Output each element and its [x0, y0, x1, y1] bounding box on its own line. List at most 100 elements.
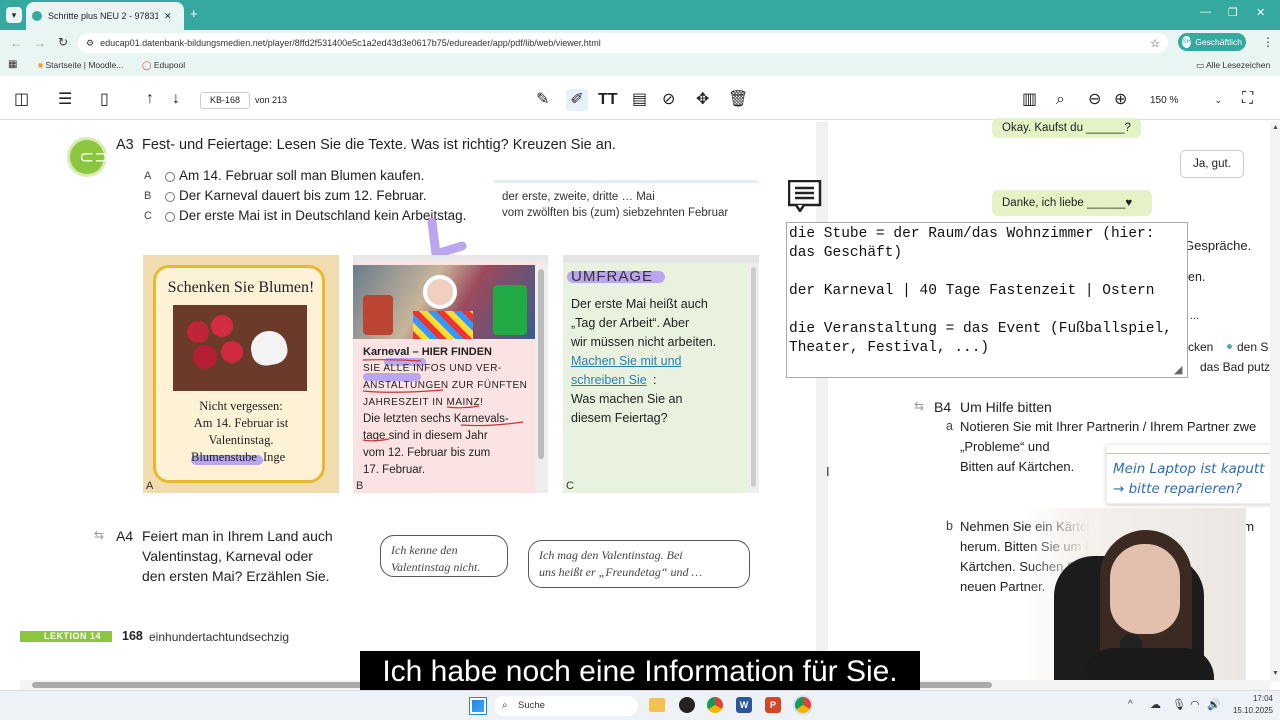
exercise-a4-number: A4 [116, 528, 134, 544]
sidebar-toggle-icon[interactable]: ◫ [14, 92, 29, 108]
url-field[interactable]: ⚙ educap01.datenbank-bildungsmedien.net/… [78, 33, 1168, 53]
clock-date[interactable]: 15.10.2025 [1227, 706, 1273, 715]
fullscreen-icon[interactable]: ⛶ [1242, 91, 1253, 107]
card-c-text: diesem Feiertag? [571, 411, 668, 425]
radio-c[interactable] [165, 212, 175, 222]
new-tab-icon[interactable]: + [190, 6, 198, 21]
url-text: educap01.datenbank-bildungsmedien.net/pl… [100, 38, 601, 48]
bookmark-edupool[interactable]: ◯ Edupool [142, 60, 185, 71]
resize-handle-icon[interactable]: ◢ [1174, 363, 1182, 376]
card-c-text: Der erste Mai heißt auch [571, 297, 708, 311]
windows-start-icon[interactable] [470, 698, 486, 714]
highlighter-icon[interactable]: ✐ [566, 89, 588, 111]
annotation-comment-icon[interactable] [788, 180, 822, 212]
exercise-a4-text: den ersten Mai? Erzählen Sie. [142, 568, 330, 584]
word-icon[interactable]: W [736, 697, 752, 713]
window-close-icon[interactable]: ✕ [1256, 6, 1265, 19]
viewer-toolbar: ◫ ☰ ▯ ↑ ↓ KB-168 von 213 ✎ ✐ TT ▤ ⊘ ✥ 🗑 … [0, 80, 1280, 120]
page-number: 168 [122, 629, 143, 643]
previous-page-icon[interactable]: ↑ [146, 91, 154, 107]
taskbar-search[interactable]: ⌕ Suche [494, 696, 638, 716]
forward-icon[interactable]: → [34, 36, 46, 50]
page-total: von 213 [255, 95, 288, 105]
cloud-icon[interactable]: ☁ [1150, 698, 1161, 711]
reload-icon[interactable]: ↻ [58, 35, 68, 49]
browser-tab-bar: ▾ Schritte plus NEU 2 - 97831962 ✕ + — ❐… [0, 0, 1280, 30]
card-c-scrollbar[interactable] [748, 263, 759, 493]
page-number-word: einhundertachtundsechzig [149, 630, 290, 644]
tray-chevron-icon[interactable]: ^ [1128, 699, 1133, 710]
browser-tab[interactable]: Schritte plus NEU 2 - 97831962 ✕ [26, 2, 184, 30]
card-label: C [566, 480, 574, 492]
exercise-a4-text: Feiert man in Ihrem Land auch [142, 528, 333, 544]
move-icon[interactable]: ✥ [696, 92, 709, 108]
vertical-scrollbar[interactable]: ▲ ▼ [1270, 122, 1280, 682]
task-a-text: „Probleme“ und [960, 439, 1050, 454]
chrome-active-icon[interactable] [795, 697, 811, 713]
handwritten-text: → bitte reparieren? [1113, 481, 1242, 497]
task-a-text: Notieren Sie mit Ihrer Partnerin / Ihrem… [960, 419, 1257, 434]
card-a-text: Am 14. Februar ist [193, 416, 289, 430]
profile-button[interactable]: SH Geschäftlich [1178, 33, 1246, 51]
grammar-hint-box: der erste, zweite, dritte … Mai vom zwöl… [494, 180, 758, 222]
card-a-shop-name: Inge [263, 450, 286, 464]
mic-icon[interactable]: 🎙 [1172, 698, 1186, 711]
apps-icon[interactable]: ▦ [8, 59, 17, 70]
card-a-text: Nicht vergessen: [199, 399, 283, 413]
task-letter: a [946, 419, 953, 433]
reader-icon[interactable]: ▥ [1022, 92, 1037, 108]
clock-time[interactable]: 17:04 [1227, 694, 1273, 703]
card-c-heading: UMFRAGE [571, 268, 653, 285]
edupool-icon: ◯ [142, 60, 152, 70]
bookmark-label: Startseite | Moodle... [45, 60, 124, 70]
exercise-b4-title: Um Hilfe bitten [960, 399, 1052, 415]
card-c-link[interactable]: schreiben Sie [571, 373, 647, 387]
minimize-icon[interactable]: — [1200, 6, 1211, 18]
maximize-icon[interactable]: ❐ [1228, 6, 1238, 19]
zoom-out-icon[interactable]: ⊖ [1088, 92, 1101, 108]
bookmarks-bar: ▦ ■ Startseite | Moodle... ◯ Edupool ▭ A… [0, 56, 1280, 76]
zoom-in-icon[interactable]: ⊕ [1114, 92, 1127, 108]
wifi-icon[interactable]: ◠ [1190, 698, 1200, 711]
annotation-note[interactable]: die Stube = der Raum/das Wohnzimmer (hie… [786, 222, 1188, 378]
page-icon[interactable]: ▯ [100, 92, 109, 108]
radio-b[interactable] [165, 192, 175, 202]
chrome-icon[interactable] [707, 697, 723, 713]
face [1110, 544, 1180, 634]
search-label: Suche [518, 700, 545, 711]
zoom-select[interactable]: 150 % ⌄ [1144, 92, 1228, 109]
find-icon[interactable]: ⌕ [1056, 92, 1065, 108]
lektion-banner: LEKTION 14 [20, 631, 112, 642]
bubble-text: Ich mag den Valentinstag. Bei [539, 548, 683, 562]
volume-icon[interactable]: 🔊 [1207, 698, 1221, 711]
back-icon[interactable]: ← [10, 36, 22, 50]
site-info-icon[interactable]: ⚙ [86, 38, 94, 49]
pen-icon[interactable]: ✎ [536, 92, 549, 108]
close-icon[interactable]: ✕ [164, 11, 172, 22]
choice-letter: A [144, 170, 152, 182]
star-icon[interactable]: ☆ [1150, 37, 1160, 50]
file-explorer-icon[interactable] [649, 698, 665, 712]
choice-letter: C [144, 210, 152, 222]
powerpoint-icon[interactable]: P [765, 697, 781, 713]
tab-list-icon[interactable]: ▾ [6, 7, 22, 23]
delete-icon[interactable]: 🗑 [728, 92, 748, 108]
card-b-scrollbar[interactable] [535, 265, 548, 493]
all-bookmarks[interactable]: ▭ Alle Lesezeichen [1196, 60, 1270, 71]
choice-text: Am 14. Februar soll man Blumen kaufen. [179, 168, 425, 183]
folder-icon: ▭ [1196, 60, 1205, 70]
hide-annotations-icon[interactable]: ⊘ [662, 92, 675, 108]
app-icon[interactable] [679, 697, 695, 713]
page-number-input[interactable]: KB-168 [200, 92, 250, 109]
comment-icon[interactable]: ▤ [632, 92, 647, 108]
card-c-link[interactable]: Machen Sie mit und [571, 354, 681, 368]
text-tool-icon[interactable]: TT [598, 92, 618, 108]
outline-icon[interactable]: ☰ [58, 92, 72, 108]
menu-icon[interactable]: ⋮ [1262, 35, 1274, 49]
text-fragment: Gespräche. [1184, 238, 1252, 253]
radio-a[interactable] [165, 172, 175, 182]
next-page-icon[interactable]: ↓ [172, 91, 180, 107]
profile-label: Geschäftlich [1195, 37, 1242, 47]
bookmark-moodle[interactable]: ■ Startseite | Moodle... [38, 60, 123, 70]
pair-work-icon: ⇆ [94, 528, 105, 542]
